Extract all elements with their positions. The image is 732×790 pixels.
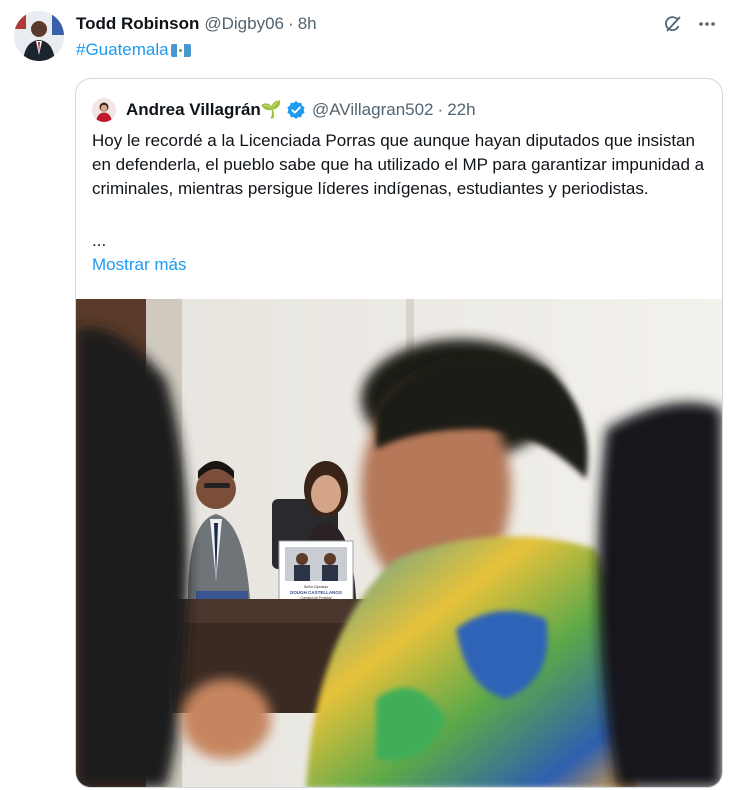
avatar-image <box>14 11 64 61</box>
sign-line: DOUGH CASTELLANOS <box>290 590 342 595</box>
author-name[interactable]: Todd Robinson <box>76 14 199 34</box>
more-button[interactable] <box>694 11 720 37</box>
quoted-author-name[interactable]: Andrea Villagrán <box>126 100 261 120</box>
guatemala-flag-icon <box>170 43 191 57</box>
show-more-link[interactable]: Mostrar más <box>92 255 186 275</box>
quoted-tweet-photo[interactable]: Señor Diputado DOUGH CASTELLANOS Comisió… <box>76 299 722 787</box>
quoted-tweet[interactable]: Andrea Villagrán 🌱 @AVillagran502 · 22h … <box>75 78 723 788</box>
more-icon <box>699 22 715 26</box>
tweet-time[interactable]: 8h <box>298 14 317 34</box>
grok-button[interactable] <box>660 11 686 37</box>
separator-dot: · <box>288 14 294 33</box>
quoted-separator-dot: · <box>437 100 444 119</box>
quoted-avatar-image <box>92 98 116 122</box>
quoted-tweet-ellipsis: ... <box>92 231 107 250</box>
sprout-icon: 🌱 <box>260 100 282 119</box>
quoted-author-handle[interactable]: @AVillagran502 <box>312 100 434 120</box>
sign-line: Señor Diputado <box>304 585 328 589</box>
grok-icon <box>665 16 681 32</box>
verified-badge-icon <box>286 100 306 120</box>
author-avatar[interactable] <box>14 11 64 61</box>
quoted-author-avatar[interactable] <box>92 98 116 122</box>
quoted-tweet-header: Andrea Villagrán 🌱 @AVillagran502 · 22h <box>92 97 706 123</box>
hashtag-link[interactable]: #Guatemala <box>76 40 169 60</box>
tweet-text: #Guatemala <box>76 40 191 60</box>
author-handle[interactable]: @Digby06 <box>204 14 284 34</box>
quoted-tweet-time[interactable]: 22h <box>447 100 475 120</box>
photo-image: Señor Diputado DOUGH CASTELLANOS Comisió… <box>76 299 722 787</box>
quoted-tweet-body: Hoy le recordé a la Licenciada Porras qu… <box>92 131 705 198</box>
tweet-header: Todd Robinson @Digby06 · 8h <box>76 12 720 36</box>
